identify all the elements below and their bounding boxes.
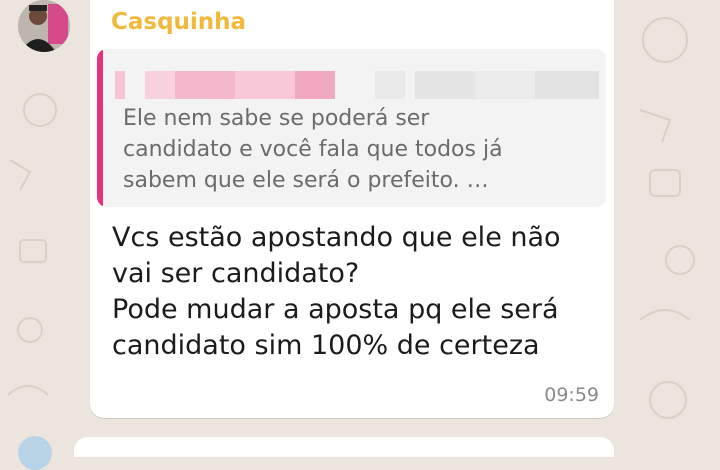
message-text: Vcs estão apostando que ele não vai ser …	[112, 220, 607, 364]
sender-name[interactable]: Casquinha	[111, 9, 246, 35]
quoted-line: sabem que ele será o prefeito. …	[123, 168, 489, 193]
quoted-line: Ele nem sabe se poderá ser	[123, 106, 430, 131]
quoted-line: candidato e você fala que todos já	[123, 137, 503, 162]
sender-avatar[interactable]	[18, 0, 70, 52]
quoted-sender-blurred	[115, 71, 599, 99]
quoted-text: Ele nem sabe se poderá ser candidato e v…	[123, 103, 593, 196]
quoted-message[interactable]: Ele nem sabe se poderá ser candidato e v…	[97, 49, 606, 207]
message-timestamp: 09:59	[544, 384, 599, 406]
quote-accent-bar	[97, 49, 103, 207]
message-line: vai ser candidato?	[112, 258, 360, 289]
message-line: Pode mudar a aposta pq ele será	[112, 294, 559, 325]
next-sender-avatar[interactable]	[18, 436, 52, 470]
next-message-bubble[interactable]	[74, 437, 614, 457]
message-line: Vcs estão apostando que ele não	[112, 222, 561, 253]
message-bubble[interactable]: Casquinha Ele nem sabe se poderá ser can…	[90, 0, 614, 418]
message-line: candidato sim 100% de certeza	[112, 330, 540, 361]
